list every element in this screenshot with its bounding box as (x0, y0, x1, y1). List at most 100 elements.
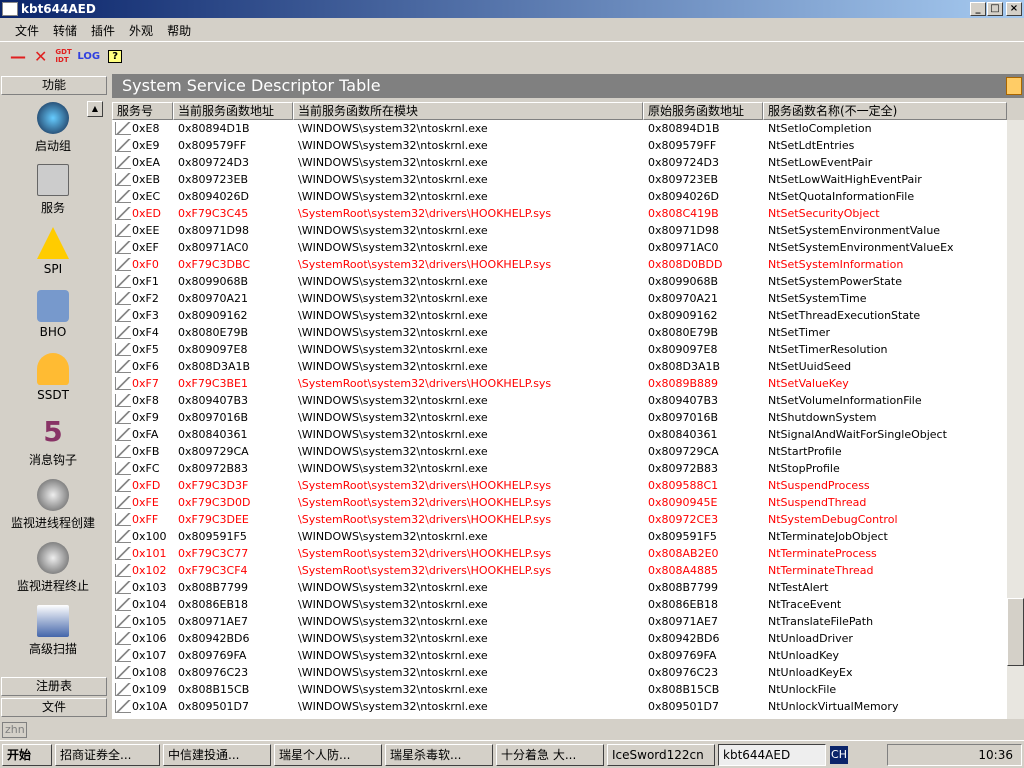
col-function-name[interactable]: 服务函数名称(不一定全) (763, 102, 1007, 120)
vertical-scrollbar[interactable] (1007, 120, 1024, 719)
task-item[interactable]: 瑞星个人防... (274, 743, 382, 766)
entry-icon (115, 666, 131, 679)
item-message-hooks[interactable]: 5 消息钩子 (0, 416, 106, 468)
service-number: 0x101 (132, 547, 167, 560)
col-original-address[interactable]: 原始服务函数地址 (643, 102, 763, 120)
menu-appearance[interactable]: 外观 (129, 22, 153, 39)
table-row[interactable]: 0x104 0x8086EB18 \WINDOWS\system32\ntoskrn… (112, 596, 1007, 613)
delete-icon[interactable]: ✕ (34, 47, 47, 66)
item-startup[interactable]: 启动组 (0, 102, 106, 154)
table-row[interactable]: 0xEC 0x8094026D \WINDOWS\system32\ntoskrnl… (112, 188, 1007, 205)
function-header[interactable]: 功能 (1, 76, 107, 95)
table-row[interactable]: 0xF5 0x809097E8 \WINDOWS\system32\ntoskrnl… (112, 341, 1007, 358)
current-address: 0x80909162 (178, 309, 248, 322)
service-number: 0xFA (132, 428, 159, 441)
minus-icon[interactable]: — (10, 47, 26, 66)
table-row[interactable]: 0x106 0x80942BD6 \WINDOWS\system32\ntoskrn… (112, 630, 1007, 647)
item-advanced-scan[interactable]: 高级扫描 (0, 605, 106, 657)
task-item[interactable]: 瑞星杀毒软... (385, 743, 493, 766)
item-label: 监视进线程创建 (10, 516, 95, 530)
item-monitor-creation[interactable]: 监视进线程创建 (0, 479, 106, 531)
table-row[interactable]: 0xF6 0x808D3A1B \WINDOWS\system32\ntoskrnl… (112, 358, 1007, 375)
task-item[interactable]: 十分着急 大... (496, 743, 604, 766)
table-row[interactable]: 0xE8 0x80894D1B \WINDOWS\system32\ntoskrnl… (112, 120, 1007, 137)
original-address: 0x809579FF (648, 139, 717, 152)
item-bho[interactable]: BHO (0, 290, 106, 339)
module: \WINDOWS\system32\ntoskrnl.exe (298, 683, 488, 696)
task-item[interactable]: 中信建投通... (163, 743, 271, 766)
task-item[interactable]: IceSword122cn (607, 743, 715, 766)
module: \WINDOWS\system32\ntoskrnl.exe (298, 598, 488, 611)
scrollbar-thumb[interactable] (1007, 598, 1024, 666)
module: \WINDOWS\system32\ntoskrnl.exe (298, 292, 488, 305)
table-row[interactable]: 0xFD 0xF79C3D3F \SystemRoot\system32\drive… (112, 477, 1007, 494)
service-number: 0x106 (132, 632, 167, 645)
service-number: 0x105 (132, 615, 167, 628)
minimize-button[interactable]: _ (970, 2, 986, 16)
module: \WINDOWS\system32\ntoskrnl.exe (298, 530, 488, 543)
module: \WINDOWS\system32\ntoskrnl.exe (298, 445, 488, 458)
col-current-address[interactable]: 当前服务函数地址 (173, 102, 293, 120)
table-row[interactable]: 0xE9 0x809579FF \WINDOWS\system32\ntoskrnl… (112, 137, 1007, 154)
table-row[interactable]: 0xF3 0x80909162 \WINDOWS\system32\ntoskrnl… (112, 307, 1007, 324)
table-row[interactable]: 0xF2 0x80970A21 \WINDOWS\system32\ntoskrnl… (112, 290, 1007, 307)
table-row[interactable]: 0x10A 0x809501D7 \WINDOWS\system32\ntoskrn… (112, 698, 1007, 715)
table-row[interactable]: 0xFA 0x80840361 \WINDOWS\system32\ntoskrnl… (112, 426, 1007, 443)
table-row[interactable]: 0x108 0x80976C23 \WINDOWS\system32\ntoskrn… (112, 664, 1007, 681)
table-row[interactable]: 0x109 0x808B15CB \WINDOWS\system32\ntoskrn… (112, 681, 1007, 698)
table-row[interactable]: 0xFC 0x80972B83 \WINDOWS\system32\ntoskrnl… (112, 460, 1007, 477)
gdt-idt-button[interactable]: GDT IDT (55, 48, 71, 64)
table-row[interactable]: 0x103 0x808B7799 \WINDOWS\system32\ntoskrn… (112, 579, 1007, 596)
menu-plugins[interactable]: 插件 (91, 22, 115, 39)
table-row[interactable]: 0xFF 0xF79C3DEE \SystemRoot\system32\drive… (112, 511, 1007, 528)
entry-icon (115, 479, 131, 492)
task-item-active[interactable]: kbt644AED (718, 743, 826, 766)
task-item[interactable]: 招商证券全... (55, 743, 160, 766)
table-row[interactable]: 0xF8 0x809407B3 \WINDOWS\system32\ntoskrnl… (112, 392, 1007, 409)
table-row[interactable]: 0xF7 0xF79C3BE1 \SystemRoot\system32\drive… (112, 375, 1007, 392)
table-row[interactable]: 0x107 0x809769FA \WINDOWS\system32\ntoskrn… (112, 647, 1007, 664)
menu-file[interactable]: 文件 (15, 22, 39, 39)
file-header[interactable]: 文件 (1, 698, 107, 717)
table-row[interactable]: 0xED 0xF79C3C45 \SystemRoot\system32\drive… (112, 205, 1007, 222)
table-row[interactable]: 0xFB 0x809729CA \WINDOWS\system32\ntoskrnl… (112, 443, 1007, 460)
table-row[interactable]: 0xF0 0xF79C3DBC \SystemRoot\system32\drive… (112, 256, 1007, 273)
col-service-number[interactable]: 服务号 (112, 102, 173, 120)
item-services[interactable]: 服务 (0, 164, 106, 216)
table-row[interactable]: 0x102 0xF79C3CF4 \SystemRoot\system32\driv… (112, 562, 1007, 579)
start-button[interactable]: 开始 (2, 743, 52, 766)
table-row[interactable]: 0xF1 0x8099068B \WINDOWS\system32\ntoskrnl… (112, 273, 1007, 290)
table-row[interactable]: 0xF9 0x8097016B \WINDOWS\system32\ntoskrnl… (112, 409, 1007, 426)
table-row[interactable]: 0x105 0x80971AE7 \WINDOWS\system32\ntoskrn… (112, 613, 1007, 630)
table-row[interactable]: 0x100 0x809591F5 \WINDOWS\system32\ntoskrn… (112, 528, 1007, 545)
table-row[interactable]: 0xEF 0x80971AC0 \WINDOWS\system32\ntoskrnl… (112, 239, 1007, 256)
col-module[interactable]: 当前服务函数所在模块 (293, 102, 643, 120)
close-button[interactable]: × (1006, 2, 1022, 16)
table-row[interactable]: 0xEE 0x80971D98 \WINDOWS\system32\ntoskrnl… (112, 222, 1007, 239)
module: \WINDOWS\system32\ntoskrnl.exe (298, 326, 488, 339)
registry-header[interactable]: 注册表 (1, 677, 107, 696)
entry-icon (115, 326, 131, 339)
maximize-button[interactable]: □ (987, 2, 1003, 16)
table-row[interactable]: 0xEA 0x809724D3 \WINDOWS\system32\ntoskrnl… (112, 154, 1007, 171)
menu-help[interactable]: 帮助 (167, 22, 191, 39)
clock: 10:36 (978, 748, 1013, 762)
current-address: 0x8099068B (178, 275, 249, 288)
item-monitor-termination[interactable]: 监视进程终止 (0, 542, 106, 594)
monitor-icon (37, 479, 69, 511)
table-row[interactable]: 0x101 0xF79C3C77 \SystemRoot\system32\driv… (112, 545, 1007, 562)
item-spi[interactable]: SPI (0, 227, 106, 276)
item-ssdt[interactable]: SSDT (0, 353, 106, 402)
taskbar: 开始 招商证券全... 中信建投通... 瑞星个人防... 瑞星杀毒软... 十… (0, 740, 1024, 768)
item-label: BHO (39, 325, 67, 339)
language-indicator[interactable]: CH (830, 746, 848, 764)
table-row[interactable]: 0xFE 0xF79C3D0D \SystemRoot\system32\drive… (112, 494, 1007, 511)
table-row[interactable]: 0xEB 0x809723EB \WINDOWS\system32\ntoskrnl… (112, 171, 1007, 188)
entry-icon (115, 173, 131, 186)
menu-dump[interactable]: 转储 (53, 22, 77, 39)
ssdt-panel: System Service Descriptor Table 服务号 当前服务… (112, 74, 1024, 719)
table-row[interactable]: 0xF4 0x8080E79B \WINDOWS\system32\ntoskrnl… (112, 324, 1007, 341)
panel-icon[interactable] (1006, 77, 1022, 95)
log-button[interactable]: LOG (77, 51, 100, 62)
help-icon[interactable]: ? (108, 49, 123, 63)
